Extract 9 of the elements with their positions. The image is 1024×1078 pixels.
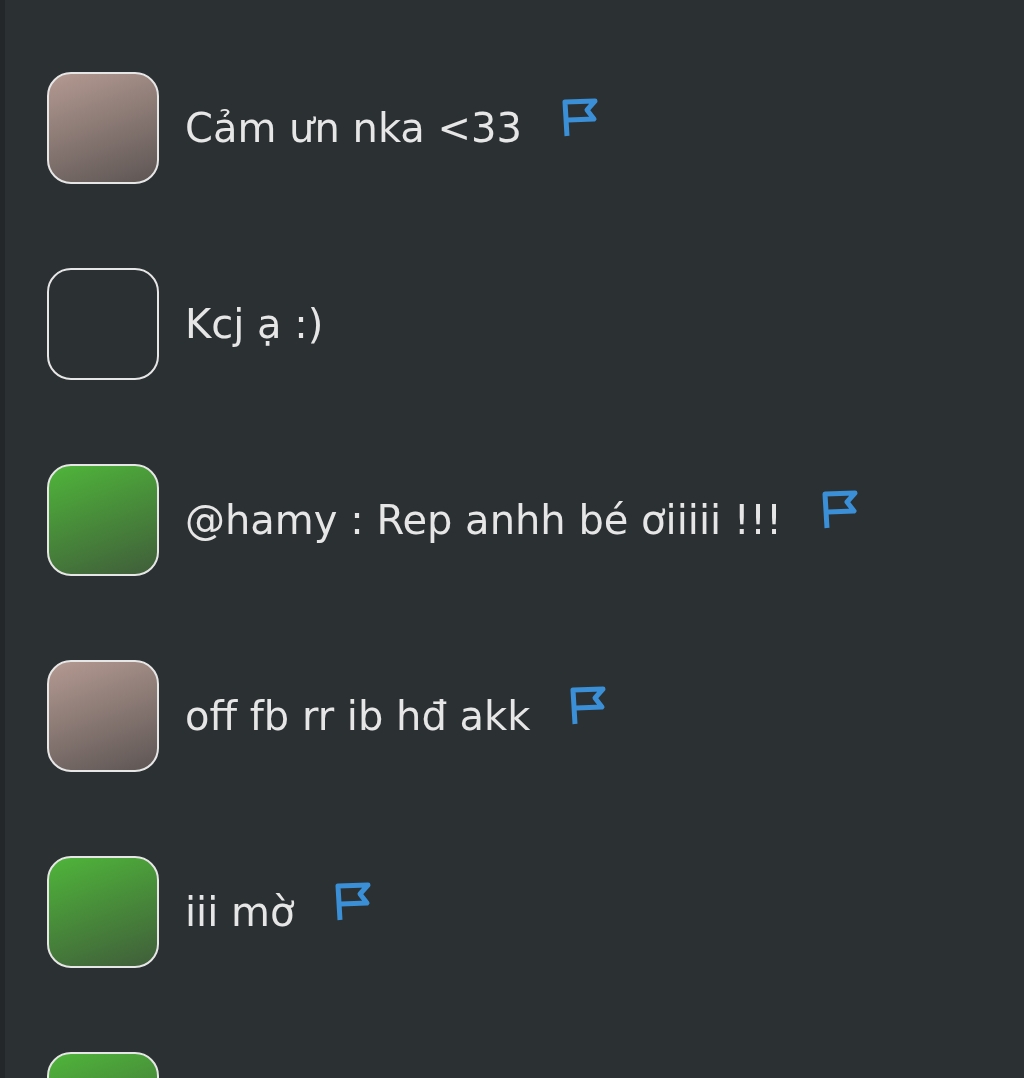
flag-icon[interactable] (570, 686, 607, 726)
comment-text: iii mờ (185, 889, 295, 935)
flag-icon[interactable] (562, 98, 598, 138)
comment-text: Kcj ạ :) (185, 301, 324, 347)
comment-text: @hamy : Rep anhh bé ơiiiii !!! (185, 497, 782, 543)
comment-text: off fb rr ib hđ akk (185, 693, 531, 739)
flag-icon[interactable] (822, 490, 858, 530)
flag-icon[interactable] (334, 882, 371, 922)
comment-text: Cảm ưn nka <33 (185, 105, 522, 151)
